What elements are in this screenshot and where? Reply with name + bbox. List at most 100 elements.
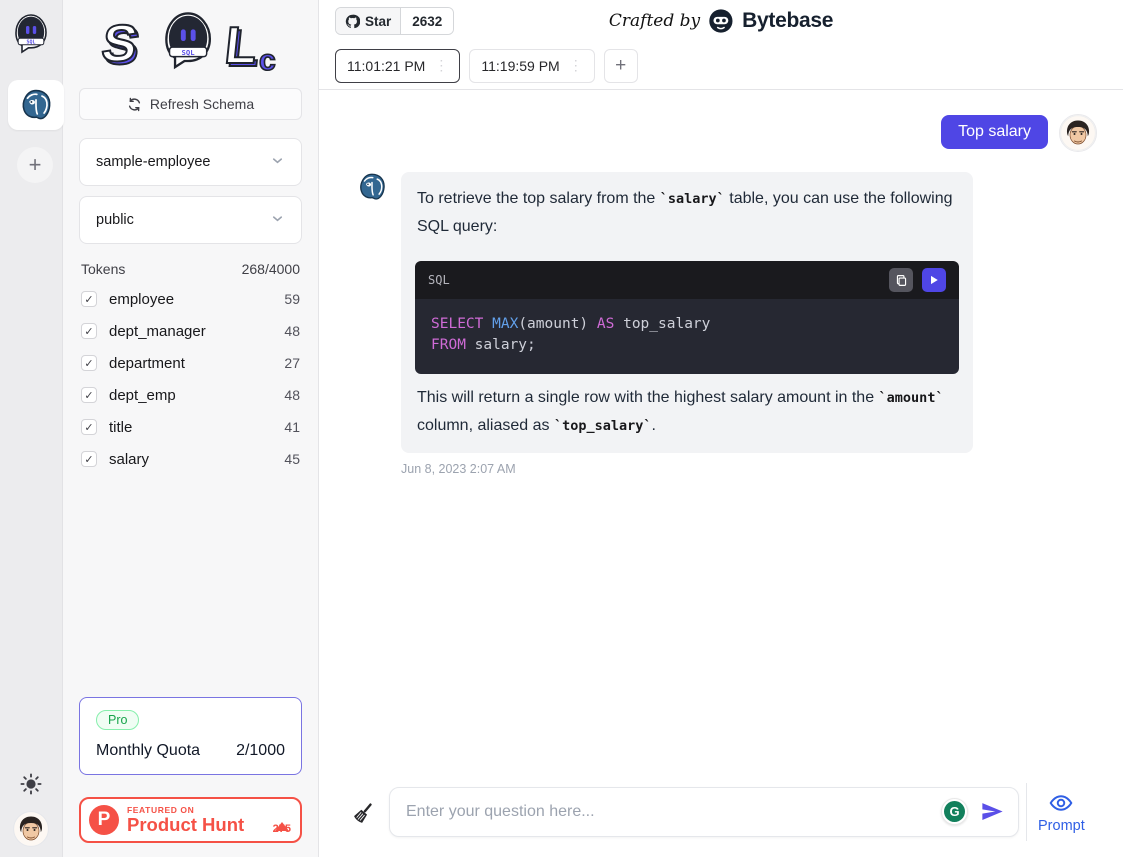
table-checkbox[interactable]: ✓: [81, 451, 97, 467]
table-row-salary: ✓ salary 45: [79, 443, 302, 475]
product-hunt-badge[interactable]: P FEATURED ON Product Hunt 275: [79, 797, 302, 843]
product-hunt-label: Product Hunt: [127, 816, 244, 835]
table-checkbox[interactable]: ✓: [81, 419, 97, 435]
grammarly-badge[interactable]: G: [941, 798, 968, 825]
database-select[interactable]: sample-employee: [79, 138, 302, 186]
sun-icon: [20, 773, 42, 795]
database-select-value: sample-employee: [96, 154, 210, 170]
sql-text: salary;: [466, 337, 536, 353]
star-label: Star: [365, 14, 391, 29]
table-checkbox[interactable]: ✓: [81, 323, 97, 339]
table-row-department: ✓ department 27: [79, 347, 302, 379]
sqlchat-bot-avatar[interactable]: SQL: [13, 14, 49, 54]
schema-select[interactable]: public: [79, 196, 302, 244]
table-checkbox[interactable]: ✓: [81, 291, 97, 307]
pro-badge: Pro: [96, 710, 139, 730]
postgresql-icon: [357, 172, 387, 202]
rail-bottom: [13, 773, 49, 847]
prompt-button[interactable]: Prompt: [1038, 790, 1085, 834]
assistant-avatar: [357, 172, 387, 202]
code-block-header: SQL: [415, 261, 959, 299]
table-row-dept-manager: ✓ dept_manager 48: [79, 315, 302, 347]
postgresql-icon: [19, 88, 53, 122]
tab-conversation-2[interactable]: 11:19:59 PM ⋮: [469, 49, 594, 83]
robot-icon: SQL: [13, 14, 49, 54]
code-content[interactable]: SELECT MAX(amount) AS top_salary FROM sa…: [415, 299, 959, 374]
chevron-down-icon: [270, 211, 285, 230]
table-token-count: 59: [284, 291, 300, 307]
sql-keyword: FROM: [431, 337, 466, 353]
copy-icon: [895, 274, 908, 287]
table-name: dept_manager: [109, 323, 206, 340]
user-profile-avatar[interactable]: [13, 811, 49, 847]
upvote-number: 275: [273, 823, 291, 835]
table-name: department: [109, 355, 185, 372]
table-name: salary: [109, 451, 149, 468]
code-actions: [889, 268, 946, 292]
clear-conversation-button[interactable]: [352, 800, 376, 824]
bytebase-logo-icon: [708, 8, 734, 34]
table-list: ✓ employee 59 ✓ dept_manager 48 ✓ depart…: [79, 283, 302, 475]
github-star-button[interactable]: Star: [336, 8, 401, 34]
inline-code-top-salary: `top_salary`: [554, 418, 652, 434]
schema-select-value: public: [96, 212, 134, 228]
refresh-schema-button[interactable]: Refresh Schema: [79, 88, 302, 120]
assistant-paragraph-2: This will return a single row with the h…: [415, 384, 959, 440]
new-conversation-button[interactable]: +: [604, 49, 638, 83]
main-panel: Star 2632 Crafted by Bytebase 11:01:21 P…: [319, 0, 1123, 857]
add-connection-button[interactable]: +: [17, 147, 53, 183]
prompt-label: Prompt: [1038, 818, 1085, 834]
svg-text:L: L: [222, 17, 260, 75]
question-input[interactable]: [392, 803, 941, 821]
table-token-count: 45: [284, 451, 300, 467]
table-checkbox[interactable]: ✓: [81, 387, 97, 403]
sql-keyword: AS: [597, 316, 614, 332]
sqlchat-logo: S S SQL L L c: [79, 0, 302, 88]
text: column, aliased as: [417, 417, 554, 434]
send-button[interactable]: [979, 798, 1006, 825]
connection-postgres-selected[interactable]: [8, 80, 64, 130]
table-row-title: ✓ title 41: [79, 411, 302, 443]
quota-value: 2/1000: [236, 742, 285, 760]
assistant-message-bubble: To retrieve the top salary from the `sal…: [401, 172, 973, 453]
tab-menu-icon[interactable]: ⋮: [434, 57, 448, 74]
crafted-by-brand[interactable]: Crafted by Bytebase: [609, 8, 833, 34]
user-message-bubble[interactable]: Top salary: [941, 115, 1048, 149]
tab-label: 11:19:59 PM: [481, 58, 559, 74]
table-row-dept-emp: ✓ dept_emp 48: [79, 379, 302, 411]
table-checkbox[interactable]: ✓: [81, 355, 97, 371]
sql-text: (amount): [518, 316, 597, 332]
composer-bar: G Prompt: [319, 780, 1123, 857]
product-hunt-text: FEATURED ON Product Hunt: [127, 806, 244, 835]
tab-conversation-1[interactable]: 11:01:21 PM ⋮: [335, 49, 460, 83]
sql-function: MAX: [492, 316, 518, 332]
tab-menu-icon[interactable]: ⋮: [569, 57, 583, 74]
tokens-row: Tokens 268/4000: [79, 261, 302, 277]
tokens-label: Tokens: [81, 261, 125, 277]
question-input-box: G: [389, 787, 1019, 837]
send-icon: [979, 798, 1006, 825]
sql-text: top_salary: [614, 316, 710, 332]
theme-toggle-button[interactable]: [20, 773, 42, 795]
svg-text:SQL: SQL: [181, 48, 195, 57]
assistant-message-row: To retrieve the top salary from the `sal…: [357, 172, 1097, 453]
user-message-row: Top salary: [357, 114, 1097, 152]
copy-code-button[interactable]: [889, 268, 913, 292]
text: This will return a single row with the h…: [417, 389, 879, 406]
chevron-down-icon: [270, 153, 285, 172]
broom-icon: [352, 800, 376, 824]
table-row-employee: ✓ employee 59: [79, 283, 302, 315]
sidebar: S S SQL L L c Refresh Schema sa: [63, 0, 319, 857]
table-token-count: 27: [284, 355, 300, 371]
github-star-widget[interactable]: Star 2632: [335, 7, 454, 35]
eye-icon: [1048, 790, 1074, 816]
quota-label: Monthly Quota: [96, 742, 200, 760]
text: .: [652, 417, 656, 434]
text: To retrieve the top salary from the: [417, 190, 660, 207]
product-hunt-logo-icon: P: [89, 805, 119, 835]
play-icon: [928, 274, 940, 286]
run-query-button[interactable]: [922, 268, 946, 292]
user-avatar: [1059, 114, 1097, 152]
table-token-count: 48: [284, 323, 300, 339]
github-icon: [345, 14, 360, 29]
